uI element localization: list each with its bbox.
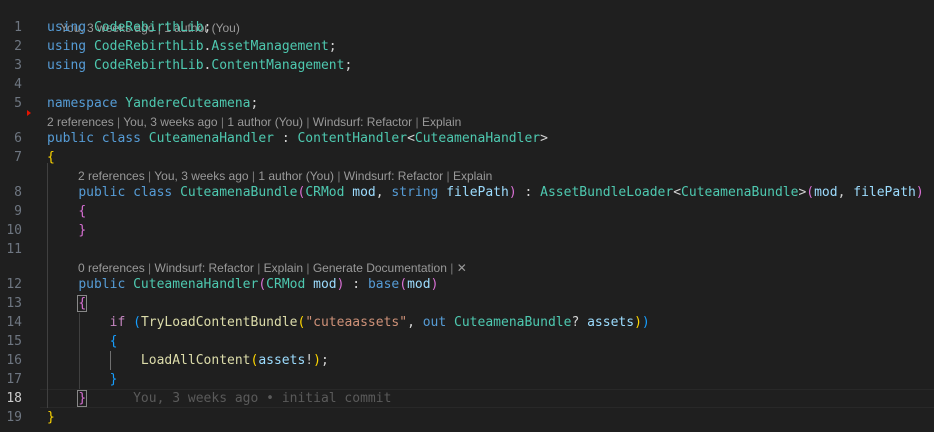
namespace-ref: AssetManagement [211,39,329,54]
argument: mod [814,185,838,200]
constructor-name: CuteamenaHandler [133,277,259,292]
keyword: public [47,131,94,146]
type-arg: CuteamenaHandler [414,131,541,146]
type-ref: CRMod [266,277,306,292]
references-link[interactable]: 2 references [78,169,145,183]
argument: mod [407,277,431,292]
code-line-8[interactable]: public class CuteamenaBundle(CRMod mod, … [47,183,923,202]
keyword: class [101,131,141,146]
code-line-16[interactable]: LoadAllContent(assets!); [47,351,329,370]
method-call: LoadAllContent [140,353,251,368]
parameter: mod [352,185,376,200]
line-number[interactable]: 12 [0,275,22,294]
namespace-name: YandereCuteamena [125,96,251,111]
type-ref: CuteamenaBundle [454,315,572,330]
windsurf-refactor-link[interactable]: Windsurf: Refactor [344,169,443,183]
namespace-ref: CodeRebirthLib [93,58,204,73]
code-line-13[interactable]: { [47,294,88,313]
codelens-line-8: 2 references | You, 3 weeks ago | 1 auth… [78,169,493,183]
code-line-12[interactable]: public CuteamenaHandler(CRMod mod) : bas… [47,275,438,294]
explain-link[interactable]: Explain [422,115,461,129]
variable: assets [587,315,635,330]
line-number-active[interactable]: 18 [0,389,22,408]
parameter: mod [313,277,337,292]
code-line-6[interactable]: public class CuteamenaHandler : ContentH… [47,129,548,148]
keyword: if [109,315,126,330]
authors-link[interactable]: 1 author (You) [227,115,303,129]
class-name: CuteamenaBundle [180,185,298,200]
code-line-10[interactable]: } [47,221,86,240]
code-line-1[interactable]: using CodeRebirthLib; [47,18,211,37]
argument: assets [258,353,306,368]
method-call: TryLoadContentBundle [140,315,298,330]
line-number[interactable]: 17 [0,370,22,389]
explain-link[interactable]: Explain [453,169,492,183]
code-line-7[interactable]: { [47,148,55,167]
keyword: string [391,185,439,200]
line-number[interactable]: 6 [0,129,22,148]
namespace-ref: CodeRebirthLib [93,39,204,54]
keyword: public [78,277,126,292]
codelens-line-12: 0 references | Windsurf: Refactor | Expl… [78,261,467,275]
windsurf-refactor-link[interactable]: Windsurf: Refactor [313,115,412,129]
keyword: public [78,185,126,200]
generate-documentation-link[interactable]: Generate Documentation [313,261,447,275]
line-number[interactable]: 8 [0,183,22,202]
keyword: using [47,58,87,73]
keyword: class [133,185,173,200]
matched-bracket: } [77,390,88,407]
keyword: out [422,315,447,330]
type-arg: CuteamenaBundle [681,185,799,200]
close-icon[interactable]: ✕ [457,261,467,275]
type-ref: CRMod [305,185,345,200]
base-class: ContentHandler [297,131,408,146]
line-number[interactable]: 19 [0,408,22,427]
line-number[interactable]: 14 [0,313,22,332]
namespace-ref: CodeRebirthLib [93,20,204,35]
windsurf-refactor-link[interactable]: Windsurf: Refactor [155,261,254,275]
keyword: namespace [47,96,118,111]
code-line-18[interactable]: } You, 3 weeks ago • initial commit [47,389,391,408]
line-number[interactable]: 4 [0,75,22,94]
line-number[interactable]: 15 [0,332,22,351]
glyph-margin-marker-icon[interactable] [27,110,31,116]
inline-blame-annotation[interactable]: You, 3 weeks ago • initial commit [133,391,391,406]
base-class: AssetBundleLoader [540,185,674,200]
code-line-9[interactable]: { [47,202,86,221]
code-line-15[interactable]: { [47,332,118,351]
line-number[interactable]: 7 [0,148,22,167]
code-line-5[interactable]: namespace YandereCuteamena; [47,94,258,113]
code-line-14[interactable]: if (TryLoadContentBundle("cuteaassets", … [47,313,650,332]
codelens-line-6: 2 references | You, 3 weeks ago | 1 auth… [47,115,462,129]
keyword: base [367,277,400,292]
authors-link[interactable]: 1 author (You) [258,169,334,183]
line-number[interactable]: 3 [0,56,22,75]
line-number[interactable]: 2 [0,37,22,56]
keyword: using [47,39,87,54]
code-line-2[interactable]: using CodeRebirthLib.AssetManagement; [47,37,337,56]
code-line-3[interactable]: using CodeRebirthLib.ContentManagement; [47,56,352,75]
line-number[interactable]: 10 [0,221,22,240]
namespace-ref: ContentManagement [211,58,345,73]
code-line-17[interactable]: } [47,370,118,389]
code-line-19[interactable]: } [47,408,55,427]
line-number[interactable]: 5 [0,94,22,113]
blame-link[interactable]: You, 3 weeks ago [154,169,248,183]
blame-link[interactable]: You, 3 weeks ago [123,115,217,129]
class-name: CuteamenaHandler [148,131,274,146]
matched-bracket: { [77,295,88,312]
line-number[interactable]: 16 [0,351,22,370]
references-link[interactable]: 2 references [47,115,114,129]
explain-link[interactable]: Explain [264,261,303,275]
code-editor[interactable]: 1 2 3 4 5 6 7 8 9 10 11 12 13 14 15 16 1… [0,0,934,432]
parameter: filePath [446,185,509,200]
line-number[interactable]: 1 [0,18,22,37]
references-link[interactable]: 0 references [78,261,145,275]
keyword: using [47,20,87,35]
argument: filePath [853,185,916,200]
line-number[interactable]: 9 [0,202,22,221]
line-number[interactable]: 11 [0,240,22,259]
line-number[interactable]: 13 [0,294,22,313]
string-literal: "cuteaassets" [305,315,408,330]
